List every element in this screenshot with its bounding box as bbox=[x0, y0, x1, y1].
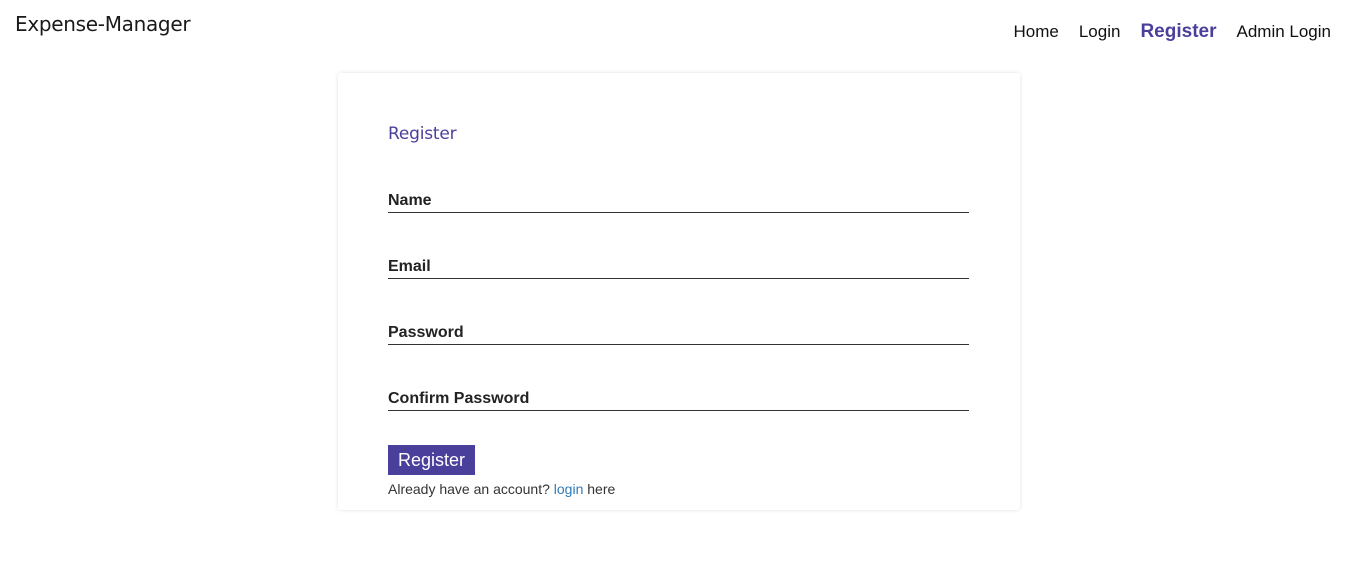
brand-logo[interactable]: Expense-Manager bbox=[15, 12, 191, 36]
login-link[interactable]: login bbox=[554, 481, 584, 497]
nav-register-link[interactable]: Register bbox=[1140, 21, 1216, 43]
nav-admin-login-link[interactable]: Admin Login bbox=[1236, 22, 1331, 42]
form-title: Register bbox=[388, 124, 457, 144]
confirm-password-input[interactable] bbox=[388, 388, 969, 410]
email-input[interactable] bbox=[388, 256, 969, 278]
nav-home-link[interactable]: Home bbox=[1013, 22, 1058, 42]
login-prompt: Already have an account? login here bbox=[388, 481, 615, 497]
top-navbar: Expense-Manager Home Login Register Admi… bbox=[0, 0, 1361, 60]
confirm-password-field[interactable]: Confirm Password bbox=[388, 388, 969, 411]
password-input[interactable] bbox=[388, 322, 969, 344]
login-prompt-prefix: Already have an account? bbox=[388, 481, 550, 497]
login-prompt-suffix: here bbox=[587, 481, 616, 497]
password-field[interactable]: Password bbox=[388, 322, 969, 345]
name-input[interactable] bbox=[388, 190, 969, 212]
nav-login-link[interactable]: Login bbox=[1079, 22, 1121, 42]
email-field[interactable]: Email bbox=[388, 256, 969, 279]
main-nav: Home Login Register Admin Login bbox=[1013, 21, 1331, 43]
register-button[interactable]: Register bbox=[388, 445, 475, 475]
register-card: Register Name Email Password Confirm Pas… bbox=[338, 73, 1020, 510]
name-field[interactable]: Name bbox=[388, 190, 969, 213]
